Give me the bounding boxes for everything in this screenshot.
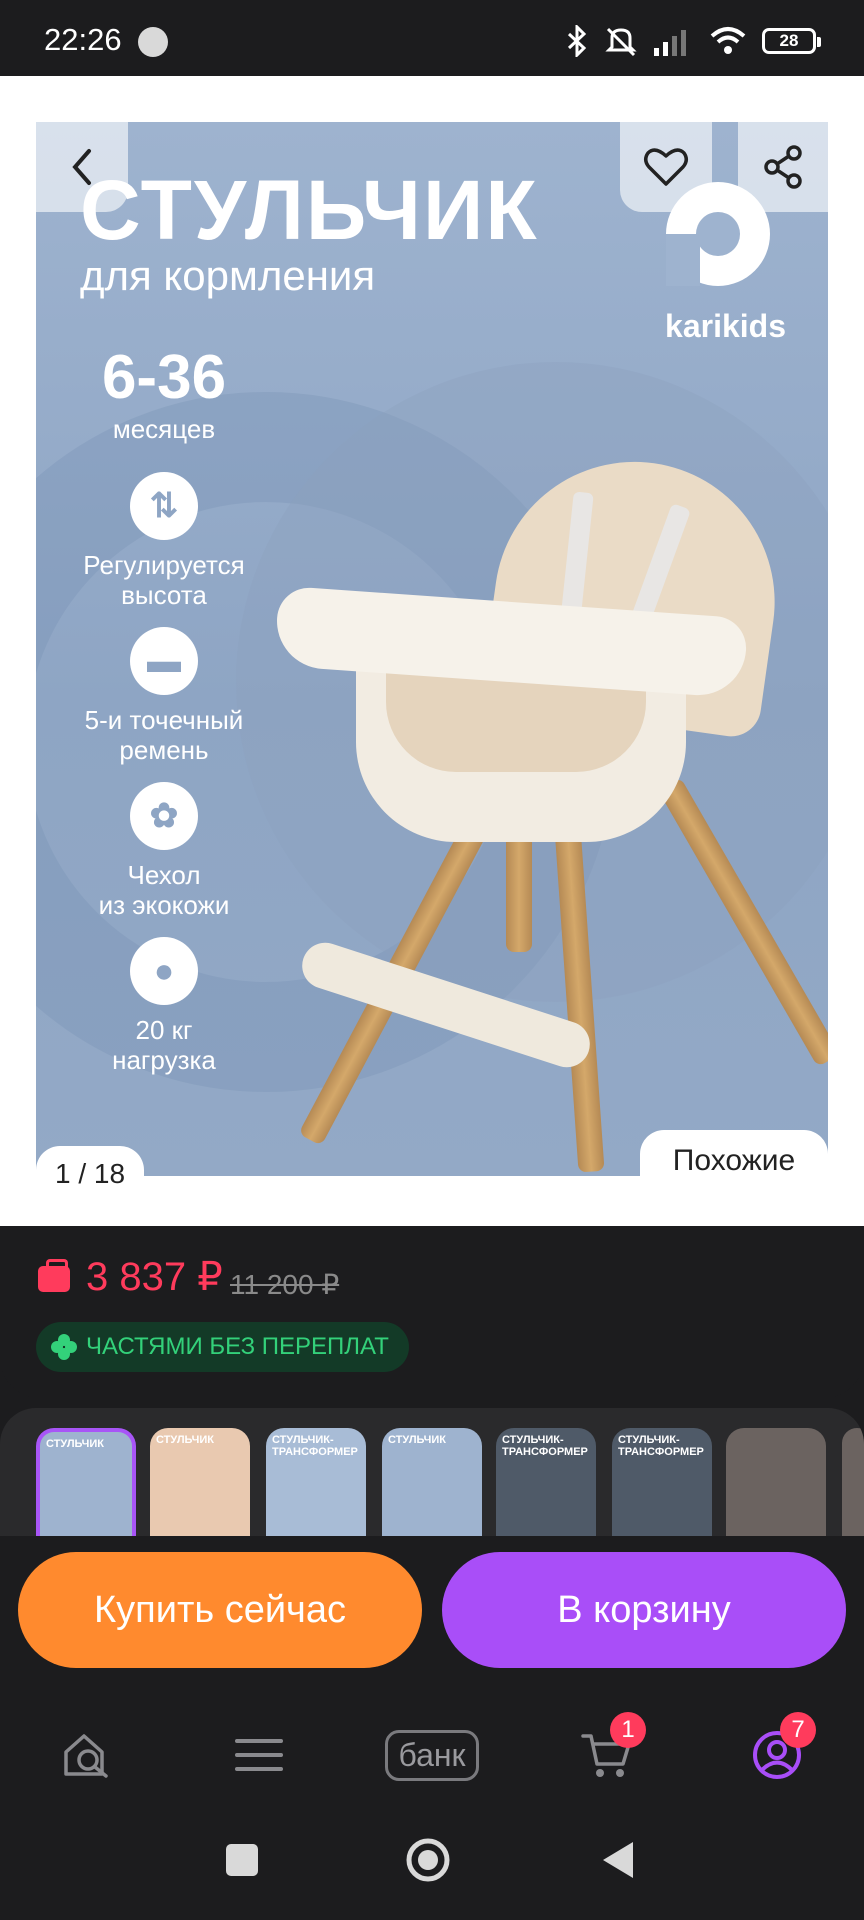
product-gallery[interactable]: СТУЛЬЧИК для кормления karikids 6-36 мес…: [0, 76, 864, 1226]
thumbnail-title: СТУЛЬЧИК: [46, 1438, 104, 1450]
feature-harness: ▬ 5-и точечный ремень: [64, 627, 264, 765]
battery-level: 28: [779, 31, 799, 50]
signal-icon: [654, 30, 686, 56]
favorite-button[interactable]: [620, 122, 712, 212]
thumbnail-title: СТУЛЬЧИК-ТРАНСФОРМЕР: [502, 1434, 588, 1458]
age-unit: месяцев: [112, 414, 216, 444]
feature-height: ⇅ Регулируется высота: [64, 472, 264, 610]
thumbnail[interactable]: СТУЛЬЧИК: [36, 1428, 136, 1536]
notification-app-icon: [138, 27, 168, 57]
back-system-button[interactable]: [588, 1830, 648, 1890]
product-image[interactable]: СТУЛЬЧИК для кормления karikids 6-36 мес…: [36, 122, 828, 1176]
circle-icon: [406, 1838, 450, 1882]
price-current: 3 837 ₽: [86, 1255, 223, 1299]
kettlebell-icon: ●: [130, 937, 198, 1005]
profile-badge: 7: [780, 1712, 816, 1748]
brand-name: karikids: [665, 308, 786, 344]
square-icon: [226, 1844, 258, 1876]
image-counter: 1 / 18: [36, 1146, 144, 1202]
tab-bank[interactable]: банк: [370, 1720, 494, 1790]
image-title: СТУЛЬЧИК: [80, 163, 539, 257]
height-adjust-icon: ⇅: [130, 472, 198, 540]
bank-label: банк: [385, 1729, 479, 1781]
bluetooth-icon: [567, 25, 587, 57]
home-button[interactable]: [398, 1830, 458, 1890]
feature-label: Чехол из экокожи: [98, 860, 230, 920]
similar-button[interactable]: Похожие: [640, 1130, 828, 1192]
thumbnail[interactable]: СТУЛЬЧИК: [382, 1428, 482, 1536]
add-to-cart-button[interactable]: В корзину: [442, 1552, 846, 1668]
chevron-left-icon: [72, 149, 91, 185]
chair-leg: [657, 776, 828, 1068]
thumbnail[interactable]: [726, 1428, 826, 1536]
heart-icon: [644, 148, 688, 186]
tab-profile[interactable]: 7: [732, 1712, 822, 1790]
thumbnail-title: СТУЛЬЧИК: [388, 1434, 446, 1446]
price-old: 11 200 ₽: [230, 1269, 340, 1300]
tab-catalog[interactable]: [214, 1720, 304, 1790]
bottom-tab-bar: банк 1 7: [0, 1700, 864, 1800]
tab-cart[interactable]: 1: [562, 1712, 652, 1790]
triangle-back-icon: [603, 1842, 633, 1878]
feature-label: Регулируется высота: [83, 550, 245, 610]
home-search-icon: [64, 1734, 108, 1778]
buy-now-button[interactable]: Купить сейчас: [18, 1552, 422, 1668]
thumbnail-title: СТУЛЬЧИК-ТРАНСФОРМЕР: [618, 1434, 704, 1458]
system-navigation-bar: [0, 1800, 864, 1920]
feature-label: 5-и точечный ремень: [84, 705, 244, 765]
status-time: 22:26: [44, 22, 122, 57]
thumbnail[interactable]: [842, 1428, 864, 1536]
tab-home-search[interactable]: [42, 1720, 132, 1790]
menu-icon: [235, 1739, 283, 1771]
thumbnail[interactable]: СТУЛЬЧИК-ТРАНСФОРМЕР: [612, 1428, 712, 1536]
share-icon: [764, 145, 802, 189]
thumbnail[interactable]: СТУЛЬЧИК-ТРАНСФОРМЕР: [496, 1428, 596, 1536]
harness-icon: ▬: [130, 627, 198, 695]
thumbnail[interactable]: СТУЛЬЧИК-ТРАНСФОРМЕР: [266, 1428, 366, 1536]
feature-leather: ✿ Чехол из экокожи: [64, 782, 264, 920]
cart-badge: 1: [610, 1712, 646, 1748]
feature-load: ● 20 кг нагрузка: [64, 937, 264, 1075]
leather-icon: ✿: [130, 782, 198, 850]
clover-icon: [51, 1334, 77, 1360]
age-range: 6-36: [101, 343, 227, 412]
thumbnail-title: СТУЛЬЧИК: [156, 1434, 214, 1446]
wifi-icon: [710, 27, 746, 54]
battery-icon: 28: [762, 28, 821, 54]
mute-icon: [605, 27, 637, 57]
high-chair-illustration: [266, 342, 828, 1173]
thumbnail-strip[interactable]: СТУЛЬЧИК СТУЛЬЧИК СТУЛЬЧИК-ТРАНСФОРМЕР С…: [0, 1408, 864, 1536]
thumbnail[interactable]: СТУЛЬЧИК: [150, 1428, 250, 1536]
installment-badge[interactable]: ЧАСТЯМИ БЕЗ ПЕРЕПЛАТ: [36, 1322, 409, 1372]
price-section: 3 837 ₽ 11 200 ₽ ЧАСТЯМИ БЕЗ ПЕРЕПЛАТ: [0, 1226, 864, 1398]
chair-leg: [553, 811, 605, 1173]
recents-button[interactable]: [212, 1830, 272, 1890]
feature-label: 20 кг нагрузка: [112, 1015, 216, 1075]
back-button[interactable]: [36, 122, 128, 212]
share-button[interactable]: [738, 122, 828, 212]
image-subtitle: для кормления: [80, 252, 376, 299]
wallet-icon: [38, 1259, 70, 1292]
thumbnail-title: СТУЛЬЧИК-ТРАНСФОРМЕР: [272, 1434, 358, 1458]
status-icons: 28: [566, 24, 821, 58]
status-bar: 22:26 28: [0, 0, 864, 76]
installment-label: ЧАСТЯМИ БЕЗ ПЕРЕПЛАТ: [86, 1333, 389, 1360]
